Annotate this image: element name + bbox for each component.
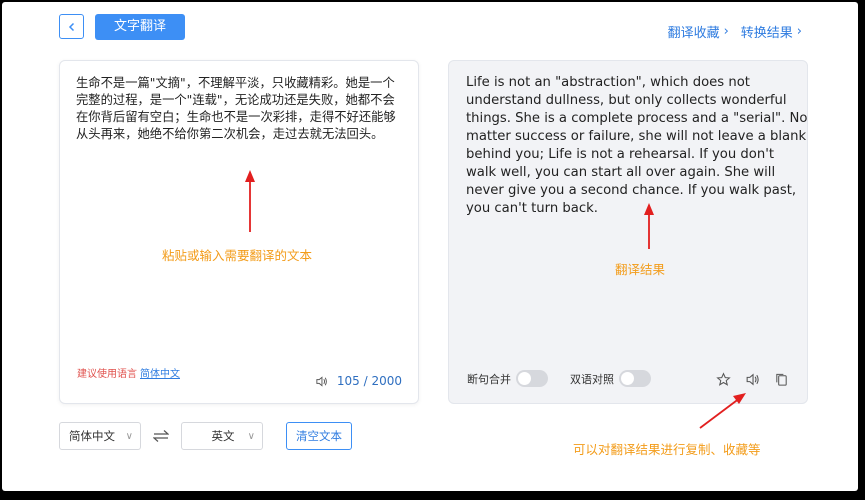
- source-panel[interactable]: 生命不是一篇"文摘"，不理解平淡，只收藏精彩。她是一个完整的过程，是一个"连载"…: [59, 60, 419, 404]
- language-suggestion: 建议使用语言 简体中文: [77, 365, 180, 380]
- actions-hint-annotation: 可以对翻译结果进行复制、收藏等: [573, 442, 761, 457]
- page-title: 文字翻译: [95, 14, 185, 40]
- input-hint-annotation: 粘贴或输入需要翻译的文本: [162, 248, 313, 263]
- target-language-value: 英文: [211, 429, 235, 443]
- suggested-language-link[interactable]: 简体中文: [140, 369, 180, 380]
- source-textarea[interactable]: 生命不是一篇"文摘"，不理解平淡，只收藏精彩。她是一个完整的过程，是一个"连载"…: [76, 75, 406, 143]
- sentence-merge-switch[interactable]: [516, 370, 548, 387]
- copy-icon[interactable]: [774, 372, 789, 387]
- result-toggles: 断句合并 双语对照: [467, 370, 673, 387]
- results-label: 转换结果: [740, 26, 793, 41]
- swap-languages-button[interactable]: [151, 429, 171, 443]
- speaker-icon[interactable]: [315, 375, 328, 388]
- translate-window: 文字翻译 翻译收藏 › 转换结果 › 生命不是一篇"文摘"，不理解平淡，只收藏精…: [2, 2, 858, 491]
- chevron-right-icon: ›: [796, 24, 802, 39]
- speaker-icon[interactable]: [745, 372, 760, 387]
- chevron-down-icon: ∨: [125, 430, 133, 442]
- result-text: Life is not an "abstraction", which does…: [466, 75, 808, 216]
- source-language-select[interactable]: 简体中文 ∨: [59, 422, 141, 450]
- swap-icon: [153, 430, 169, 442]
- clear-text-button[interactable]: 清空文本: [286, 422, 352, 450]
- target-language-select[interactable]: 英文 ∨: [181, 422, 263, 450]
- language-controls: 简体中文 ∨ 英文 ∨ 清空文本: [59, 422, 352, 450]
- char-count: 105 / 2000: [336, 374, 402, 388]
- sentence-merge-toggle-group: 断句合并: [467, 370, 548, 387]
- source-language-value: 简体中文: [69, 429, 115, 443]
- result-panel: Life is not an "abstraction", which does…: [448, 60, 808, 404]
- top-links: 翻译收藏 › 转换结果 ›: [668, 22, 802, 41]
- favorites-label: 翻译收藏: [667, 26, 720, 41]
- result-hint-annotation: 翻译结果: [615, 262, 666, 277]
- chevron-right-icon: ›: [723, 24, 729, 39]
- favorites-link[interactable]: 翻译收藏 ›: [668, 22, 729, 41]
- result-actions: [716, 372, 789, 387]
- sentence-merge-label: 断句合并: [467, 372, 511, 386]
- bilingual-toggle-group: 双语对照: [570, 370, 651, 387]
- back-icon: [68, 22, 74, 31]
- chevron-down-icon: ∨: [247, 430, 255, 442]
- suggest-label: 建议使用语言: [77, 369, 137, 380]
- char-counter: 105 / 2000: [315, 374, 402, 388]
- results-link[interactable]: 转换结果 ›: [741, 22, 802, 41]
- bilingual-switch[interactable]: [619, 370, 651, 387]
- star-icon[interactable]: [716, 372, 731, 387]
- bilingual-label: 双语对照: [570, 372, 614, 386]
- back-button[interactable]: [59, 14, 84, 39]
